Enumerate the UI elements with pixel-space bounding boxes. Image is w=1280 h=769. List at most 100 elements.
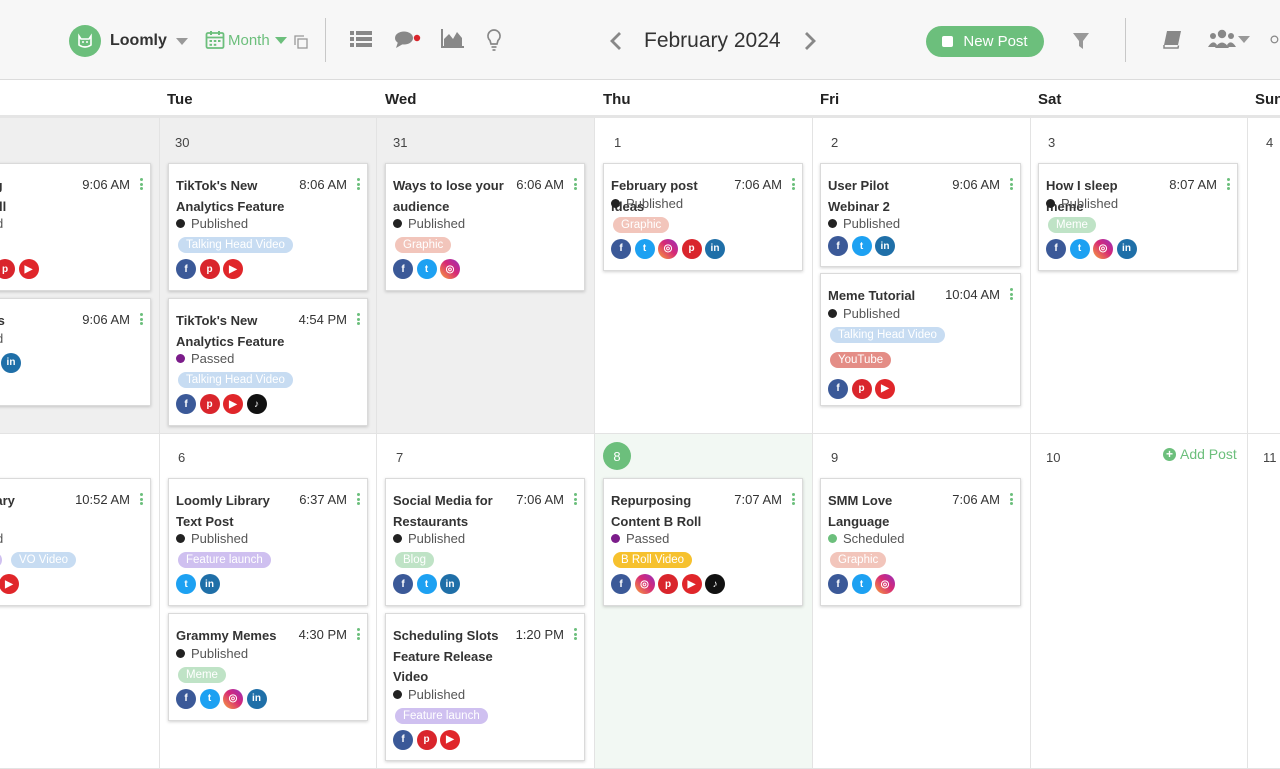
post-title: Grammy Memes xyxy=(176,628,277,643)
facebook-icon: f xyxy=(176,259,196,279)
more-options-icon[interactable] xyxy=(1010,493,1013,507)
post-card[interactable]: SMM Love Language 7:06 AM Scheduled Graphic… xyxy=(820,478,1021,606)
tag-badge[interactable]: Blog xyxy=(395,552,435,568)
post-card[interactable]: Scheduling Slots Feature Release Video 1:… xyxy=(385,613,585,761)
tag-badge[interactable]: B Roll Video xyxy=(613,552,693,568)
more-options-icon[interactable] xyxy=(357,628,360,642)
post-card[interactable]: TikTok's New Analytics Feature 4:54 PM Pas… xyxy=(168,298,368,426)
post-status: Published xyxy=(176,646,248,661)
post-card[interactable]: Loomly Library Text Post 6:37 AM Published… xyxy=(168,478,368,606)
filter-icon[interactable] xyxy=(1071,31,1091,51)
day-number: 2 xyxy=(831,135,839,150)
more-options-icon[interactable] xyxy=(140,313,143,327)
post-card[interactable]: y Library ow 10:52 AM shed e launch VO Video… xyxy=(0,478,151,606)
more-options-icon[interactable] xyxy=(357,313,360,327)
more-options-icon[interactable] xyxy=(574,493,577,507)
loomly-logo-icon xyxy=(69,25,101,57)
tag-badge[interactable]: Talking Head Video xyxy=(830,326,945,343)
status-label: Published xyxy=(408,531,466,546)
more-options-icon[interactable] xyxy=(140,493,143,507)
comments-icon[interactable] xyxy=(393,28,423,52)
status-label: Published xyxy=(191,645,249,661)
day-cell[interactable]: 10 + Add Post xyxy=(1031,434,1248,769)
social-networks: in xyxy=(1,352,25,373)
new-post-button[interactable]: New Post xyxy=(926,26,1044,57)
status-dot-icon xyxy=(828,219,837,228)
post-card[interactable]: Repurposing Content B Roll 7:07 AM Passed B… xyxy=(603,478,803,606)
tag-badge[interactable]: Talking Head Video xyxy=(178,237,293,253)
tag-badge[interactable]: VO Video xyxy=(11,552,77,568)
post-status: Passed xyxy=(611,531,669,546)
instagram-icon: ◎ xyxy=(658,238,678,259)
post-card[interactable]: Meme Tutorial 10:04 AM Published Talking He… xyxy=(820,273,1021,406)
day-cell[interactable]: 4 xyxy=(1248,118,1280,434)
account-switcher[interactable]: Loomly xyxy=(69,25,188,57)
post-title: Scheduling Slots Feature Release Video xyxy=(393,628,499,684)
more-options-icon[interactable] xyxy=(357,178,360,192)
post-card[interactable]: TikTok's New Analytics Feature 8:06 AM Pub… xyxy=(168,163,368,291)
post-title: TikTok's New Analytics Feature xyxy=(176,313,285,349)
more-options-icon[interactable] xyxy=(357,493,360,507)
tag-badge[interactable]: e launch xyxy=(0,552,3,568)
post-status: shed xyxy=(0,531,3,546)
post-card[interactable]: How I sleep meme 8:07 AM Published Meme f t ◎ i… xyxy=(1038,163,1238,271)
linkedin-icon: in xyxy=(440,574,460,594)
tag-badge[interactable]: Feature launch xyxy=(395,707,488,724)
day-number: 7 xyxy=(396,450,404,465)
chevron-left-icon[interactable] xyxy=(606,30,626,52)
post-card[interactable]: ervices 9:06 AM shed in xyxy=(0,298,151,406)
status-label: Published xyxy=(843,305,901,321)
social-networks: f t ◎ xyxy=(393,259,464,279)
tag-badge[interactable]: Graphic xyxy=(395,237,452,253)
more-options-icon[interactable] xyxy=(792,178,795,192)
search-icon[interactable] xyxy=(1270,30,1280,50)
more-options-icon[interactable] xyxy=(1227,178,1230,192)
chevron-down-icon xyxy=(274,36,287,44)
more-options-icon[interactable] xyxy=(792,493,795,507)
add-post-button[interactable]: + Add Post xyxy=(1163,446,1237,462)
post-title: Ways to lose your audience xyxy=(393,178,504,214)
post-card[interactable]: Social Media for Restaurants 7:06 AM Publi… xyxy=(385,478,585,606)
youtube-icon: ▶ xyxy=(0,574,19,594)
post-time: 7:06 AM xyxy=(952,492,1000,507)
tag-badge[interactable]: Talking Head Video xyxy=(178,372,293,388)
post-status: Published xyxy=(393,216,465,231)
post-card[interactable]: Ways to lose your audience 6:06 AM Publish… xyxy=(385,163,585,291)
status-label: Passed xyxy=(626,531,670,546)
analytics-icon[interactable] xyxy=(439,28,465,50)
chevron-right-icon[interactable] xyxy=(800,30,820,52)
post-title: Meme Tutorial xyxy=(828,288,916,303)
post-card[interactable]: posing t B-Roll9:06 AMshedeop▶ xyxy=(0,163,151,291)
post-card[interactable]: February post ideas 7:06 AM Published Graph… xyxy=(603,163,803,271)
tag-badge[interactable]: Feature launch xyxy=(178,552,271,568)
tag-badge[interactable]: YouTube xyxy=(830,351,892,368)
more-options-icon[interactable] xyxy=(140,178,143,192)
social-networks: f t ◎ xyxy=(828,574,899,594)
day-number: 11 xyxy=(1263,450,1277,465)
ideas-bulb-icon[interactable] xyxy=(484,27,504,53)
view-selector[interactable]: Month xyxy=(205,30,287,50)
copy-icon[interactable] xyxy=(293,34,309,50)
linkedin-icon: in xyxy=(1,352,21,373)
post-card[interactable]: User Pilot Webinar 2 9:06 AM Published f t in xyxy=(820,163,1021,267)
library-book-icon[interactable] xyxy=(1161,29,1183,51)
status-dot-icon xyxy=(611,534,620,543)
chevron-down-icon xyxy=(1238,35,1250,43)
team-menu[interactable] xyxy=(1208,29,1250,49)
post-card[interactable]: Grammy Memes 4:30 PM Published Meme f t ◎ in xyxy=(168,613,368,721)
tag-badge[interactable]: Graphic xyxy=(830,552,887,568)
tag-badge[interactable]: Graphic xyxy=(613,216,670,233)
more-options-icon[interactable] xyxy=(574,628,577,642)
status-label: Published xyxy=(408,686,466,702)
more-options-icon[interactable] xyxy=(1010,288,1013,302)
day-cell[interactable]: 11 xyxy=(1248,434,1280,769)
more-options-icon[interactable] xyxy=(1010,178,1013,192)
tag-badge[interactable]: Meme xyxy=(178,666,226,683)
post-status: Published xyxy=(393,531,465,546)
tag-badge[interactable]: Meme xyxy=(1048,216,1096,233)
list-view-icon[interactable] xyxy=(349,28,373,50)
more-options-icon[interactable] xyxy=(574,178,577,192)
facebook-icon: f xyxy=(176,394,196,414)
twitter-icon: t xyxy=(851,236,872,256)
youtube-icon: ▶ xyxy=(223,259,243,279)
